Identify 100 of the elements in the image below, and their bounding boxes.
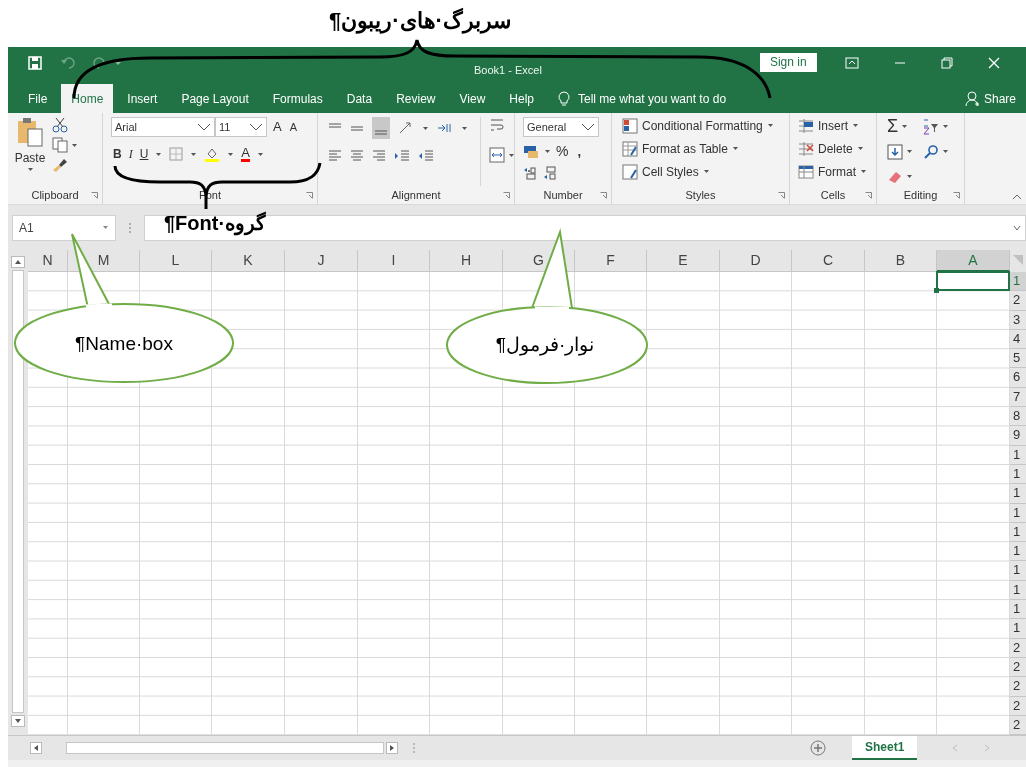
cells-menu-button[interactable]: Insert [818, 116, 848, 135]
scroll-right-icon[interactable] [386, 742, 398, 755]
caret-icon[interactable] [461, 125, 468, 131]
sheet-tab[interactable]: Sheet1 [852, 736, 918, 761]
format-cells-icon[interactable] [798, 163, 814, 180]
dialog-launcher-icon[interactable] [953, 191, 960, 199]
wrap-text-icon[interactable] [489, 117, 505, 133]
row-header[interactable]: 2 [1010, 696, 1026, 716]
brush-icon[interactable] [52, 157, 68, 173]
row-header[interactable]: 8 [1010, 407, 1026, 427]
orientation-icon[interactable] [398, 121, 414, 135]
styles-menu-button[interactable]: Cell Styles [642, 162, 699, 181]
conditional-formatting-icon[interactable] [622, 117, 638, 134]
row-header[interactable]: 1 [1010, 464, 1026, 485]
underline-button[interactable]: U [139, 145, 149, 163]
scroll-up-icon[interactable] [11, 256, 25, 268]
row-header[interactable]: 1 [1010, 522, 1026, 543]
selected-cell[interactable] [936, 271, 1010, 292]
styles-menu-button[interactable]: Conditional Formatting [642, 116, 763, 135]
row-header[interactable]: 2 [1010, 638, 1026, 658]
column-header[interactable]: A [937, 250, 1010, 272]
caret-icon[interactable] [26, 167, 34, 172]
scroll-left-icon[interactable] [30, 742, 42, 755]
ribbon-tab[interactable]: Review [386, 84, 446, 113]
person-icon[interactable] [964, 90, 981, 107]
grow-font-button[interactable]: A [273, 117, 282, 137]
paste-button[interactable]: Paste [14, 149, 46, 167]
cells-menu-button[interactable]: Format [818, 162, 856, 181]
caret-icon[interactable] [71, 142, 78, 148]
cells-menu-button[interactable]: Delete [818, 139, 853, 158]
increase-decimal-icon[interactable] [523, 166, 537, 180]
text-direction-icon[interactable] [437, 122, 453, 134]
fill-down-icon[interactable] [887, 144, 903, 160]
sort-filter-icon[interactable] [923, 118, 939, 135]
scroll-down-icon[interactable] [11, 715, 25, 727]
row-header[interactable]: 1 [1010, 580, 1026, 601]
row-header[interactable]: 3 [1010, 310, 1026, 330]
tell-me-search[interactable]: Tell me what you want to do [578, 89, 727, 108]
row-header[interactable]: 1 [1010, 619, 1026, 639]
caret-icon[interactable] [257, 151, 264, 157]
sign-in-button[interactable]: Sign in [759, 53, 817, 72]
caret-icon[interactable] [766, 123, 774, 128]
decrease-indent-icon[interactable] [418, 149, 434, 163]
caret-icon[interactable] [544, 149, 551, 154]
add-sheet-icon[interactable] [810, 740, 826, 757]
autosum-button[interactable]: Σ [887, 118, 899, 136]
fill-color-icon[interactable] [204, 146, 221, 162]
ribbon-tab[interactable]: Formulas [262, 84, 333, 113]
insert-cells-icon[interactable] [798, 117, 814, 134]
percent-button[interactable]: % [556, 141, 569, 162]
caret-icon[interactable] [860, 169, 867, 174]
row-header[interactable]: 2 [1010, 677, 1026, 697]
ribbon-display-icon[interactable] [844, 56, 859, 69]
clipboard-icon[interactable] [16, 117, 44, 147]
font-color-button[interactable]: A [241, 146, 250, 162]
delete-cells-icon[interactable] [798, 140, 814, 157]
row-header[interactable]: 1 [1010, 561, 1026, 581]
caret-icon[interactable] [155, 151, 163, 157]
caret-icon[interactable] [852, 123, 859, 128]
dialog-launcher-icon[interactable] [865, 191, 872, 199]
row-header[interactable]: 2 [1010, 657, 1026, 678]
row-header[interactable]: 1 [1010, 503, 1026, 523]
styles-menu-button[interactable]: Format as Table [642, 139, 728, 158]
ribbon-tab[interactable]: Data [336, 84, 383, 113]
caret-icon[interactable] [102, 225, 109, 230]
caret-icon[interactable] [190, 151, 198, 157]
caret-icon[interactable] [856, 146, 864, 151]
row-header[interactable]: 1 [1010, 542, 1026, 562]
caret-icon[interactable] [906, 174, 913, 180]
ribbon-tab[interactable]: Page Layout [171, 84, 259, 113]
row-header[interactable]: 2 [1010, 715, 1026, 736]
horizontal-scrollbar[interactable] [66, 742, 384, 755]
caret-icon[interactable] [422, 125, 429, 131]
fill-handle[interactable] [934, 288, 939, 294]
decrease-decimal-icon[interactable] [543, 166, 557, 180]
ribbon-tab[interactable]: Home [61, 84, 114, 113]
caret-icon[interactable] [942, 124, 949, 130]
caret-icon[interactable] [901, 124, 909, 130]
row-header[interactable]: 7 [1010, 387, 1026, 408]
caret-icon[interactable] [227, 151, 235, 157]
italic-button[interactable]: I [128, 145, 133, 163]
dialog-launcher-icon[interactable] [600, 191, 607, 199]
scroll-thumb[interactable] [12, 270, 24, 713]
ribbon-tab[interactable]: View [449, 84, 496, 113]
customize-icon[interactable] [114, 59, 122, 66]
font-name-dropdown[interactable]: Arial [111, 117, 215, 137]
ribbon-tab[interactable]: File [18, 84, 58, 113]
dialog-launcher-icon[interactable] [91, 191, 98, 199]
dialog-launcher-icon[interactable] [778, 191, 785, 199]
caret-icon[interactable] [702, 169, 710, 174]
save-icon[interactable] [28, 55, 42, 70]
row-header[interactable]: 1 [1010, 600, 1026, 620]
row-header[interactable]: 6 [1010, 368, 1026, 388]
cell-styles-icon[interactable] [622, 163, 638, 180]
caret-icon[interactable] [906, 149, 913, 155]
number-format-dropdown[interactable]: General [523, 117, 599, 137]
row-header[interactable]: 1 [1010, 484, 1026, 504]
table-icon[interactable] [622, 140, 638, 157]
name-box[interactable]: A1 [12, 214, 116, 241]
dialog-launcher-icon[interactable] [306, 191, 313, 199]
